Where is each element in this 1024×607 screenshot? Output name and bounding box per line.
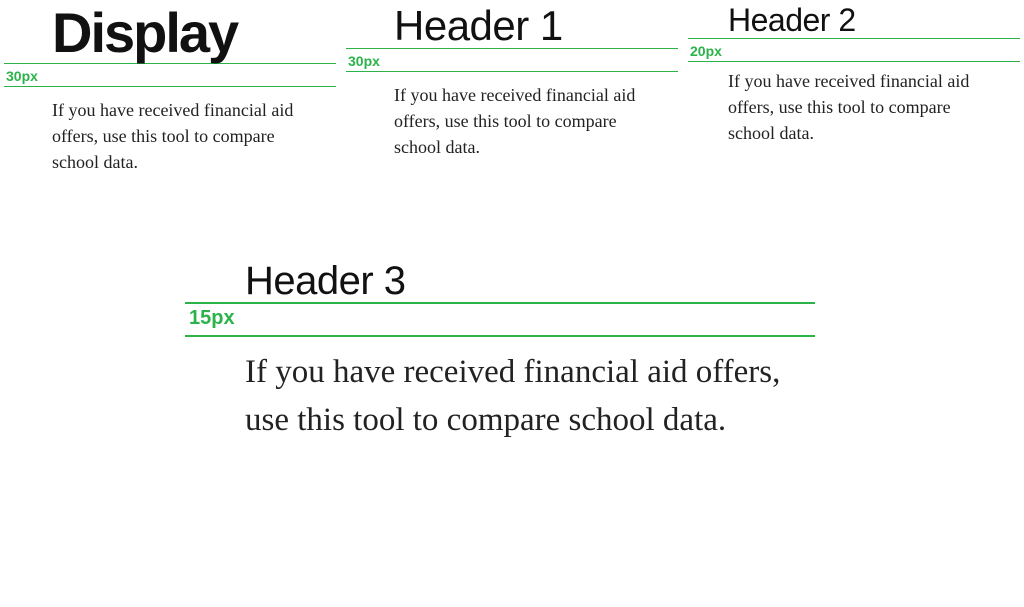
body-text-h2: If you have received financial aid offer…	[688, 62, 1020, 146]
heading-h2: Header 2	[688, 4, 1020, 39]
gap-label-h1: 30px	[346, 49, 678, 72]
spec-display: Display 30px If you have received financ…	[4, 4, 336, 175]
spec-h3: Header 3 15px If you have received finan…	[185, 260, 815, 445]
heading-h1: Header 1	[346, 4, 678, 49]
spec-h1: Header 1 30px If you have received finan…	[346, 4, 678, 175]
gap-label-h2: 20px	[688, 39, 1020, 62]
body-text-h3: If you have received financial aid offer…	[185, 337, 815, 445]
top-row: Display 30px If you have received financ…	[0, 0, 1024, 175]
body-text-display: If you have received financial aid offer…	[4, 87, 336, 175]
body-text-h1: If you have received financial aid offer…	[346, 72, 678, 160]
gap-label-display: 30px	[4, 64, 336, 87]
spec-h2: Header 2 20px If you have received finan…	[688, 4, 1020, 175]
gap-label-h3: 15px	[185, 304, 815, 337]
heading-display: Display	[4, 4, 336, 64]
heading-h3: Header 3	[185, 260, 815, 304]
